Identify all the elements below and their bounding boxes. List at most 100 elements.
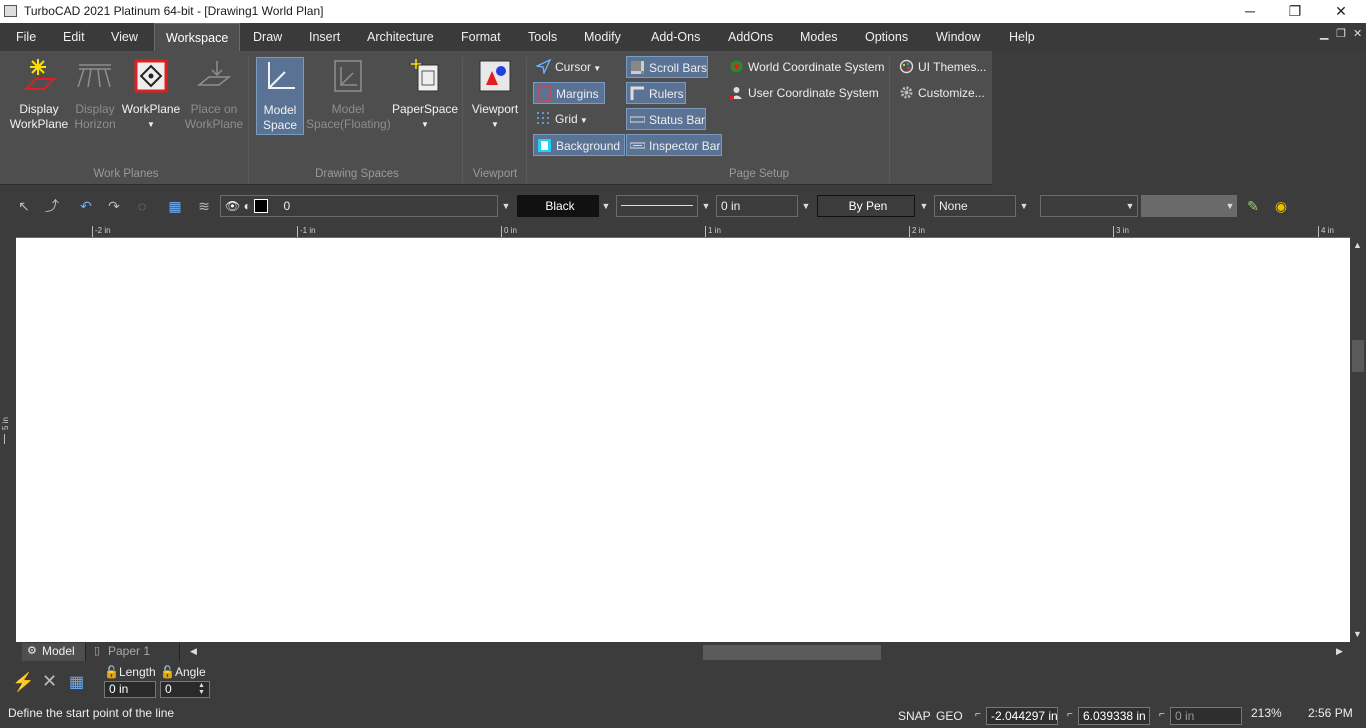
scroll-bars-button[interactable]: Scroll Bars xyxy=(626,56,708,78)
background-button[interactable]: Background xyxy=(533,134,625,156)
menu-modify[interactable]: Modify xyxy=(582,23,623,51)
line-width-dropdown[interactable]: 0 in xyxy=(716,195,798,217)
model-space-button[interactable]: Model Space xyxy=(256,57,304,135)
grid-button[interactable]: Grid ▼ xyxy=(533,108,605,130)
world-coordinate-icon xyxy=(730,60,743,73)
place-on-workplane-button[interactable]: Place on WorkPlane xyxy=(184,57,244,137)
customize-button[interactable]: Customize... xyxy=(896,82,988,104)
color-dropdown[interactable]: Black xyxy=(517,195,599,217)
workplane-button[interactable]: WorkPlane ▼ xyxy=(120,57,182,141)
margins-button[interactable]: Margins xyxy=(533,82,605,104)
rulers-button[interactable]: Rulers xyxy=(626,82,686,104)
ui-themes-button[interactable]: UI Themes... xyxy=(896,56,988,78)
menu-architecture[interactable]: Architecture xyxy=(365,23,436,51)
length-lock-icon[interactable]: 🔓 xyxy=(104,665,119,679)
menu-options[interactable]: Options xyxy=(863,23,910,51)
place-on-workplane-label-2: WorkPlane xyxy=(184,117,244,131)
menu-file[interactable]: File xyxy=(14,23,38,51)
y-coordinate-field[interactable]: 6.039338 in xyxy=(1078,707,1150,725)
pen-mode-dropdown-arrow-icon[interactable]: ▼ xyxy=(916,195,932,217)
display-horizon-button[interactable]: Display Horizon xyxy=(72,57,118,137)
vertical-scroll-thumb[interactable] xyxy=(1352,340,1364,372)
doc-restore-icon[interactable]: ❐ xyxy=(1336,27,1346,40)
tab-paper-1[interactable]: ▯ Paper 1 xyxy=(88,643,180,661)
menu-draw[interactable]: Draw xyxy=(251,23,284,51)
menu-window[interactable]: Window xyxy=(934,23,982,51)
user-coordinate-icon xyxy=(730,87,742,100)
cancel-icon[interactable]: ✕ xyxy=(42,671,57,692)
zoom-level: 213% xyxy=(1251,706,1282,720)
menu-insert[interactable]: Insert xyxy=(307,23,342,51)
layer-dropdown[interactable]: 👁 ◐ 0 xyxy=(220,195,498,217)
tab-model[interactable]: ⚙ Model xyxy=(22,643,86,661)
ribbon-empty-area xyxy=(992,51,1366,185)
scroll-left-icon[interactable]: ◀ xyxy=(190,646,197,657)
status-bar-button[interactable]: Status Bar xyxy=(626,108,706,130)
viewport-button[interactable]: Viewport ▼ xyxy=(468,57,522,141)
close-button[interactable]: ✕ xyxy=(1318,0,1364,23)
restore-button[interactable]: ❐ xyxy=(1272,0,1318,23)
z-coordinate-field[interactable]: 0 in xyxy=(1170,707,1242,725)
lasso-icon[interactable]: ◌ xyxy=(132,197,152,215)
geo-toggle[interactable]: GEO xyxy=(936,709,963,723)
material-icon[interactable]: ◉ xyxy=(1271,197,1291,215)
menu-help[interactable]: Help xyxy=(1007,23,1037,51)
menu-workspace[interactable]: Workspace xyxy=(154,23,241,51)
layer-dropdown-arrow-icon[interactable]: ▼ xyxy=(498,195,514,217)
vertical-scrollbar[interactable]: ▲ ▼ xyxy=(1350,238,1366,642)
paperspace-button[interactable]: PaperSpace ▼ xyxy=(392,57,458,141)
hatch-dropdown-arrow-icon[interactable]: ▼ xyxy=(1222,195,1238,217)
workplane-dropdown-icon[interactable]: ▼ xyxy=(120,117,182,132)
line-width-dropdown-arrow-icon[interactable]: ▼ xyxy=(798,195,814,217)
menu-edit[interactable]: Edit xyxy=(61,23,87,51)
menu-add-ons[interactable]: Add-Ons xyxy=(649,23,702,51)
z-coordinate-icon: ⌐ xyxy=(1159,709,1165,720)
fill-dropdown-arrow-icon[interactable]: ▼ xyxy=(1016,195,1032,217)
user-coordinate-label: User Coordinate System xyxy=(748,86,879,100)
undo-icon[interactable]: ↶ xyxy=(76,197,96,215)
pattern-dropdown-arrow-icon[interactable]: ▼ xyxy=(1122,195,1138,217)
menu-format[interactable]: Format xyxy=(459,23,503,51)
line-style-dropdown[interactable] xyxy=(616,195,698,217)
inspector-bar-button[interactable]: Inspector Bar xyxy=(626,134,722,156)
line-style-dropdown-arrow-icon[interactable]: ▼ xyxy=(698,195,714,217)
paperspace-dropdown-icon[interactable]: ▼ xyxy=(392,117,458,132)
doc-minimize-icon[interactable]: ▁ xyxy=(1320,27,1328,40)
menu-view[interactable]: View xyxy=(109,23,140,51)
color-dropdown-arrow-icon[interactable]: ▼ xyxy=(598,195,614,217)
redo-icon[interactable]: ↷ xyxy=(104,197,124,215)
menu-modes[interactable]: Modes xyxy=(798,23,840,51)
pen-mode-dropdown[interactable]: By Pen xyxy=(817,195,915,217)
scroll-down-icon[interactable]: ▼ xyxy=(1353,629,1362,639)
scroll-right-icon[interactable]: ▶ xyxy=(1336,646,1343,657)
menu-addons[interactable]: AddOns xyxy=(726,23,775,51)
select-arrow-icon[interactable]: ↖ xyxy=(14,197,34,215)
world-coordinate-system-button[interactable]: World Coordinate System xyxy=(726,56,886,78)
menu-tools[interactable]: Tools xyxy=(526,23,559,51)
x-coordinate-field[interactable]: -2.044297 in xyxy=(986,707,1058,725)
cursor-icon xyxy=(536,59,551,74)
brush-icon[interactable]: ✎ xyxy=(1243,197,1263,215)
layer-stack-icon[interactable]: ≋ xyxy=(194,197,214,215)
properties-table-icon[interactable]: ▦ xyxy=(69,672,84,692)
drawing-canvas[interactable] xyxy=(16,238,1350,642)
model-space-label-1: Model xyxy=(263,103,297,117)
length-input[interactable]: 0 in xyxy=(104,681,156,698)
snap-toggle[interactable]: SNAP xyxy=(898,709,931,723)
horizontal-scroll-thumb[interactable] xyxy=(703,645,881,660)
model-space-floating-button[interactable]: Model Space(Floating) xyxy=(306,57,391,137)
angle-lock-icon[interactable]: 🔓 xyxy=(160,665,175,679)
angle-spinner-icon[interactable]: ▲ ▼ xyxy=(198,682,205,696)
layers-table-icon[interactable]: ▦ xyxy=(165,197,185,215)
minimize-button[interactable]: ─ xyxy=(1227,0,1273,23)
display-workplane-button[interactable]: Display WorkPlane xyxy=(6,57,72,137)
fill-dropdown[interactable]: None xyxy=(934,195,1016,217)
viewport-dropdown-icon[interactable]: ▼ xyxy=(468,117,522,132)
cursor-button[interactable]: Cursor ▼ xyxy=(533,56,605,78)
user-coordinate-system-button[interactable]: User Coordinate System xyxy=(726,82,886,104)
scroll-up-icon[interactable]: ▲ xyxy=(1353,240,1362,250)
line-tool-icon[interactable]: ⚡ xyxy=(12,672,34,693)
doc-close-icon[interactable]: ✕ xyxy=(1353,27,1362,40)
select-edit-icon[interactable]: ⤴ xyxy=(42,197,62,215)
tab-model-label: Model xyxy=(42,644,75,658)
